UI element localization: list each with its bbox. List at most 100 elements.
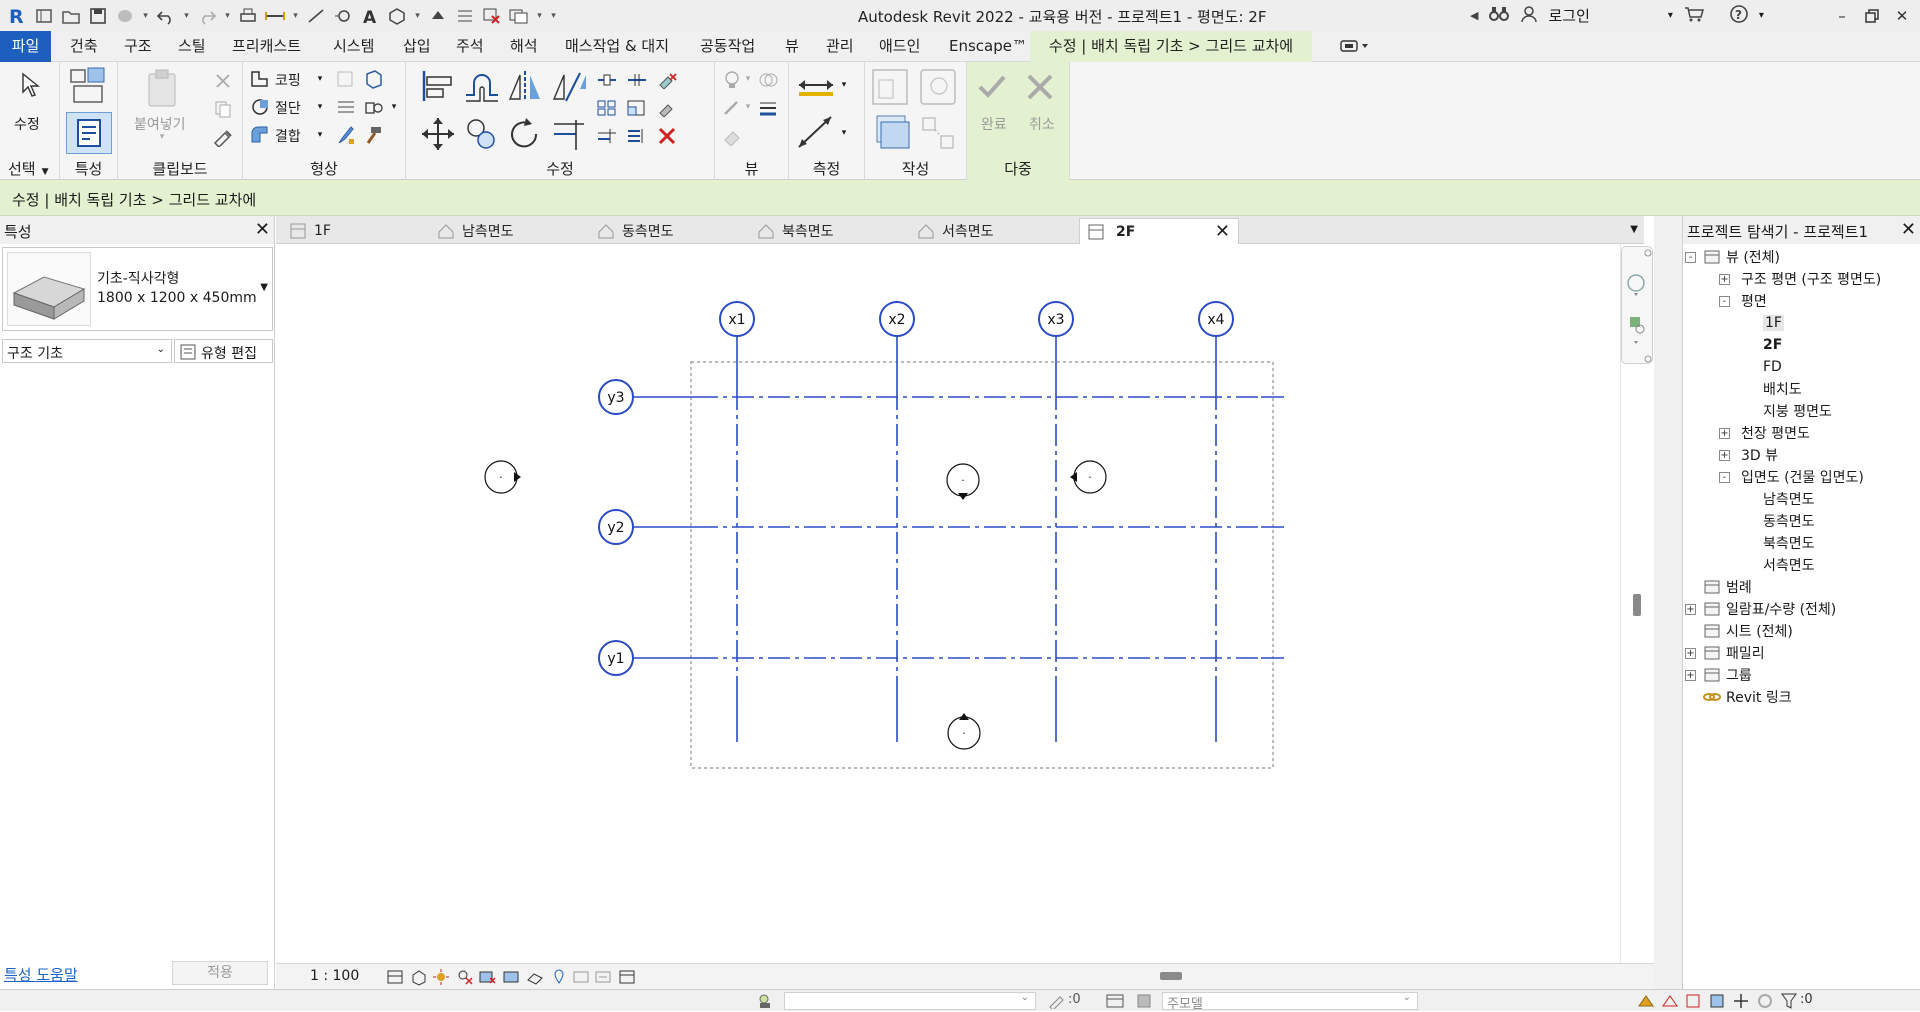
revit-app-icon[interactable]: R	[6, 5, 28, 27]
background-processes-icon[interactable]	[1756, 992, 1776, 1010]
measure-dropdown-icon[interactable]: ▾	[291, 5, 300, 27]
expand-icon[interactable]: +	[1685, 647, 1696, 659]
dimension-dropdown-icon[interactable]: ▾	[839, 124, 849, 142]
worksharing-icon[interactable]	[756, 993, 776, 1009]
panel-display-toggle-icon[interactable]	[1340, 39, 1370, 56]
browser-tree-item[interactable]: 북측면도	[1763, 532, 1815, 554]
tag-icon[interactable]	[332, 5, 354, 27]
unlocked-3d-icon[interactable]	[526, 968, 544, 986]
exclude-options-icon[interactable]	[1136, 993, 1152, 1009]
crop-region-boundary[interactable]	[690, 361, 1274, 769]
show-crop-region-icon[interactable]	[502, 968, 520, 986]
tab-file[interactable]: 파일	[0, 31, 51, 62]
tab-massing-site[interactable]: 매스작업 & 대지	[565, 31, 669, 62]
align-icon[interactable]	[418, 68, 456, 104]
filter-icon[interactable]	[1780, 992, 1800, 1010]
design-options-icon[interactable]	[1106, 993, 1124, 1009]
tab-collaborate[interactable]: 공동작업	[700, 31, 755, 62]
tab-structure[interactable]: 구조	[124, 31, 152, 62]
browser-tree-item[interactable]: 1F	[1763, 312, 1784, 334]
aligned-dim-icon[interactable]	[795, 112, 837, 152]
copy-element-icon[interactable]	[464, 116, 500, 152]
tab-manage[interactable]: 관리	[826, 31, 854, 62]
hide-bulb-icon[interactable]	[721, 70, 743, 90]
hide-dropdown-icon[interactable]: ▾	[743, 70, 753, 88]
hammer-icon[interactable]	[363, 124, 385, 146]
undo-dropdown-icon[interactable]: ▾	[182, 5, 191, 27]
demolish-icon[interactable]	[363, 68, 385, 90]
offset-icon[interactable]	[462, 68, 500, 104]
browser-tree-item[interactable]: + 그룹	[1685, 664, 1752, 686]
user-icon[interactable]	[1520, 5, 1538, 27]
finish-label[interactable]: 완료	[981, 114, 1007, 134]
view-tab-south[interactable]: 남측면도	[430, 218, 554, 244]
close-window-button[interactable]: ✕	[1886, 0, 1918, 31]
linework-icon[interactable]	[721, 98, 743, 118]
redo-dropdown-icon[interactable]: ▾	[223, 5, 232, 27]
expand-icon[interactable]: +	[1719, 273, 1730, 285]
properties-close-icon[interactable]: ✕	[255, 219, 270, 240]
view-scale[interactable]: 1 : 100	[310, 968, 359, 984]
browser-tree-item[interactable]: 지붕 평면도	[1763, 400, 1832, 422]
thin-lines-icon[interactable]	[454, 5, 476, 27]
elevation-arrow-icon[interactable]	[959, 713, 969, 720]
type-selector-dropdown-icon[interactable]: ▼	[260, 282, 268, 293]
sync-dropdown-icon[interactable]: ▾	[141, 5, 150, 27]
browser-tree-item[interactable]: Revit 링크	[1703, 686, 1792, 708]
create-parts-icon[interactable]	[917, 66, 959, 108]
view-tabs-menu-icon[interactable]: ▼	[1630, 224, 1638, 235]
reveal-hidden-icon[interactable]	[572, 968, 590, 986]
type-properties-icon[interactable]	[68, 66, 108, 104]
cut-geometry-label[interactable]: 절단	[275, 98, 301, 118]
view-tab-north[interactable]: 북측면도	[750, 218, 874, 244]
delete-icon[interactable]	[656, 126, 678, 146]
mirror-pick-axis-icon[interactable]	[506, 68, 544, 104]
select-underlay-icon[interactable]	[1660, 992, 1680, 1010]
paint-icon[interactable]	[363, 96, 385, 118]
browser-tree-item[interactable]: 남측면도	[1763, 488, 1815, 510]
tab-precast[interactable]: 프리캐스트	[232, 31, 301, 62]
eraser-icon[interactable]	[721, 126, 743, 146]
crop-view-icon[interactable]	[478, 968, 496, 986]
open-icon[interactable]	[60, 5, 82, 27]
browser-tree-item[interactable]: +3D 뷰	[1719, 444, 1778, 466]
tab-annotate[interactable]: 주석	[456, 31, 484, 62]
switch-windows-dropdown-icon[interactable]: ▾	[535, 5, 544, 27]
expand-icon[interactable]: +	[1685, 669, 1696, 681]
text-icon[interactable]: A	[359, 5, 381, 27]
create-group-icon[interactable]	[871, 112, 915, 154]
trim-single-icon[interactable]	[596, 126, 618, 146]
tab-enscape[interactable]: Enscape™	[949, 31, 1027, 62]
browser-tree-item[interactable]: + 패밀리	[1685, 642, 1765, 664]
array-icon[interactable]	[596, 98, 618, 118]
line-weights-icon[interactable]	[757, 98, 779, 118]
collapse-icon[interactable]: -	[1719, 471, 1730, 483]
paste-label[interactable]: 붙여넣기	[134, 114, 186, 134]
paste-dropdown-icon[interactable]: ▾	[156, 132, 168, 142]
sun-path-icon[interactable]	[432, 968, 450, 986]
3d-view-dropdown-icon[interactable]: ▾	[413, 5, 422, 27]
cope-dropdown-icon[interactable]: ▾	[315, 70, 325, 88]
match-properties-icon[interactable]	[212, 126, 234, 148]
login-button[interactable]: 로그인	[1548, 5, 1589, 26]
browser-tree-item[interactable]: - 입면도 (건물 입면도)	[1719, 466, 1864, 488]
home-icon[interactable]	[33, 5, 55, 27]
edit-type-button[interactable]: 유형 편집	[174, 339, 273, 363]
expand-icon[interactable]: +	[1685, 603, 1696, 615]
expand-icon[interactable]: +	[1719, 449, 1730, 461]
browser-tree-item[interactable]: + 천장 평면도	[1719, 422, 1810, 444]
expand-icon[interactable]: +	[1719, 427, 1730, 439]
redo-icon[interactable]	[196, 5, 218, 27]
elevation-arrow-icon[interactable]	[514, 472, 521, 482]
cope-icon[interactable]	[249, 68, 271, 90]
hide-analytical-icon[interactable]	[618, 968, 636, 986]
join-dropdown-icon[interactable]: ▾	[315, 126, 325, 144]
cut-geometry-icon[interactable]	[249, 96, 271, 118]
apply-button[interactable]: 적용	[172, 961, 268, 985]
trim-extend-icon[interactable]	[550, 116, 588, 152]
override-graphics-icon[interactable]	[757, 70, 779, 90]
measure-between-dropdown-icon[interactable]: ▾	[839, 76, 849, 94]
browser-tree-item[interactable]: 배치도	[1763, 378, 1802, 400]
mirror-draw-axis-icon[interactable]	[550, 68, 588, 104]
browser-tree-item[interactable]: 시트 (전체)	[1703, 620, 1793, 642]
